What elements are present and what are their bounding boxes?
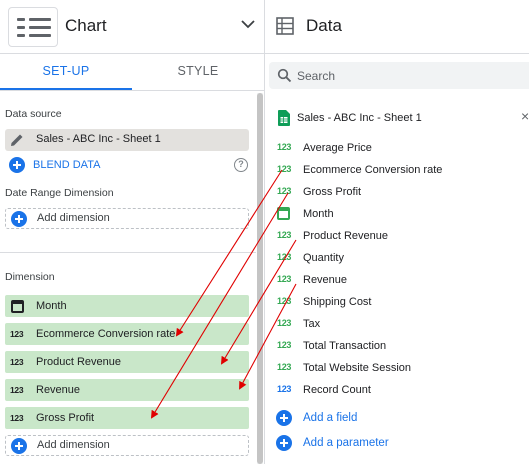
add-field-label: Add a field bbox=[303, 412, 358, 424]
field-label: Average Price bbox=[303, 142, 372, 154]
google-sheets-icon bbox=[278, 110, 290, 126]
dimension-chip-label: Gross Profit bbox=[36, 412, 95, 424]
table-chart-icon[interactable] bbox=[8, 7, 58, 47]
data-source-sheet-name: Sales - ABC Inc - Sheet 1 bbox=[297, 112, 422, 124]
search-placeholder: Search bbox=[297, 69, 336, 83]
field-item-shipping-cost[interactable]: 123 Shipping Cost bbox=[265, 291, 529, 313]
field-label: Revenue bbox=[303, 274, 348, 286]
add-circle-icon bbox=[276, 410, 292, 426]
blend-data-label: BLEND DATA bbox=[33, 159, 101, 171]
data-source-row[interactable]: Sales - ABC Inc - Sheet 1 × bbox=[265, 104, 529, 132]
data-source-name: Sales - ABC Inc - Sheet 1 bbox=[36, 133, 161, 145]
dimension-chip-month[interactable]: Month bbox=[5, 295, 249, 317]
dimension-chip-label: Month bbox=[36, 300, 67, 312]
field-label: Quantity bbox=[303, 252, 344, 264]
data-panel-header: Data bbox=[265, 0, 529, 54]
data-source-label: Data source bbox=[5, 108, 62, 120]
add-circle-icon bbox=[276, 435, 292, 451]
number-icon: 123 bbox=[277, 384, 292, 394]
number-icon: 123 bbox=[10, 357, 24, 367]
field-item-total-website-session[interactable]: 123 Total Website Session bbox=[265, 357, 529, 379]
field-label: Month bbox=[303, 208, 334, 220]
number-icon: 123 bbox=[10, 385, 24, 395]
dimension-chip-ecommerce-conversion-rate[interactable]: 123 Ecommerce Conversion rate bbox=[5, 323, 249, 345]
calendar-icon bbox=[277, 207, 290, 220]
field-item-tax[interactable]: 123 Tax bbox=[265, 313, 529, 335]
number-icon: 123 bbox=[277, 318, 292, 328]
scrollbar-thumb[interactable] bbox=[257, 93, 263, 464]
add-field-button[interactable]: Add a field bbox=[265, 407, 529, 429]
data-source-pill[interactable]: Sales - ABC Inc - Sheet 1 bbox=[5, 129, 249, 151]
field-label: Total Transaction bbox=[303, 340, 387, 352]
tab-setup[interactable]: SET-UP bbox=[0, 55, 132, 90]
number-icon: 123 bbox=[277, 362, 292, 372]
field-label: Total Website Session bbox=[303, 362, 412, 374]
date-range-label: Date Range Dimension bbox=[5, 187, 114, 199]
scrollbar[interactable] bbox=[257, 93, 263, 464]
field-item-ecommerce-conversion-rate[interactable]: 123 Ecommerce Conversion rate bbox=[265, 159, 529, 181]
data-panel-title: Data bbox=[306, 16, 342, 35]
number-icon: 123 bbox=[277, 340, 292, 350]
field-item-revenue[interactable]: 123 Revenue bbox=[265, 269, 529, 291]
number-icon: 123 bbox=[277, 164, 292, 174]
field-label: Tax bbox=[303, 318, 321, 330]
add-parameter-label: Add a parameter bbox=[303, 437, 389, 449]
number-icon: 123 bbox=[277, 274, 292, 284]
field-label: Shipping Cost bbox=[303, 296, 372, 308]
field-item-average-price[interactable]: 123 Average Price bbox=[265, 137, 529, 159]
number-icon: 123 bbox=[277, 296, 292, 306]
chevron-down-icon[interactable] bbox=[240, 16, 256, 32]
dimension-chip-gross-profit[interactable]: 123 Gross Profit bbox=[5, 407, 249, 429]
number-icon: 123 bbox=[277, 252, 292, 262]
field-item-month[interactable]: Month bbox=[265, 203, 529, 225]
number-icon: 123 bbox=[277, 186, 292, 196]
tabs-divider bbox=[0, 90, 264, 91]
field-label: Gross Profit bbox=[303, 186, 362, 198]
number-icon: 123 bbox=[277, 230, 292, 240]
tab-style[interactable]: STYLE bbox=[132, 55, 264, 90]
data-panel: Data Search Sales - ABC Inc - Sheet 1 × … bbox=[265, 0, 529, 464]
pencil-icon[interactable] bbox=[9, 132, 25, 148]
number-icon: 123 bbox=[10, 329, 24, 339]
dimension-chip-label: Product Revenue bbox=[36, 356, 121, 368]
add-circle-icon bbox=[9, 157, 25, 173]
add-circle-icon bbox=[11, 438, 27, 454]
dimension-chip-label: Revenue bbox=[36, 384, 81, 396]
dimension-chip-label: Ecommerce Conversion rate bbox=[36, 328, 176, 340]
chart-panel: Chart SET-UP STYLE Data source Sales - A… bbox=[0, 0, 264, 464]
help-icon[interactable]: ? bbox=[234, 158, 248, 172]
search-icon bbox=[277, 68, 292, 83]
add-date-range-dimension[interactable]: Add dimension bbox=[5, 208, 249, 229]
field-search-input[interactable]: Search bbox=[269, 62, 529, 89]
field-label: Ecommerce Conversion rate bbox=[303, 164, 443, 176]
add-dimension-button[interactable]: Add dimension bbox=[5, 435, 249, 456]
field-item-quantity[interactable]: 123 Quantity bbox=[265, 247, 529, 269]
section-divider bbox=[0, 252, 256, 253]
field-item-total-transaction[interactable]: 123 Total Transaction bbox=[265, 335, 529, 357]
field-label: Record Count bbox=[303, 384, 371, 396]
field-item-record-count[interactable]: 123 Record Count bbox=[265, 379, 529, 401]
add-dimension-label: Add dimension bbox=[37, 212, 110, 224]
dimension-chip-product-revenue[interactable]: 123 Product Revenue bbox=[5, 351, 249, 373]
table-icon bbox=[276, 17, 294, 35]
field-label: Product Revenue bbox=[303, 230, 388, 242]
number-icon: 123 bbox=[277, 142, 292, 152]
calendar-icon bbox=[11, 300, 24, 313]
dimension-chip-revenue[interactable]: 123 Revenue bbox=[5, 379, 249, 401]
add-parameter-button[interactable]: Add a parameter bbox=[265, 432, 529, 454]
field-item-product-revenue[interactable]: 123 Product Revenue bbox=[265, 225, 529, 247]
dimension-label: Dimension bbox=[5, 271, 55, 283]
add-dimension-label: Add dimension bbox=[37, 439, 110, 451]
number-icon: 123 bbox=[10, 413, 24, 423]
close-icon[interactable]: × bbox=[521, 108, 529, 124]
chart-title: Chart bbox=[65, 16, 107, 35]
add-circle-icon bbox=[11, 211, 27, 227]
field-item-gross-profit[interactable]: 123 Gross Profit bbox=[265, 181, 529, 203]
chart-tabs: SET-UP STYLE bbox=[0, 55, 264, 90]
chart-panel-header: Chart bbox=[0, 0, 264, 54]
